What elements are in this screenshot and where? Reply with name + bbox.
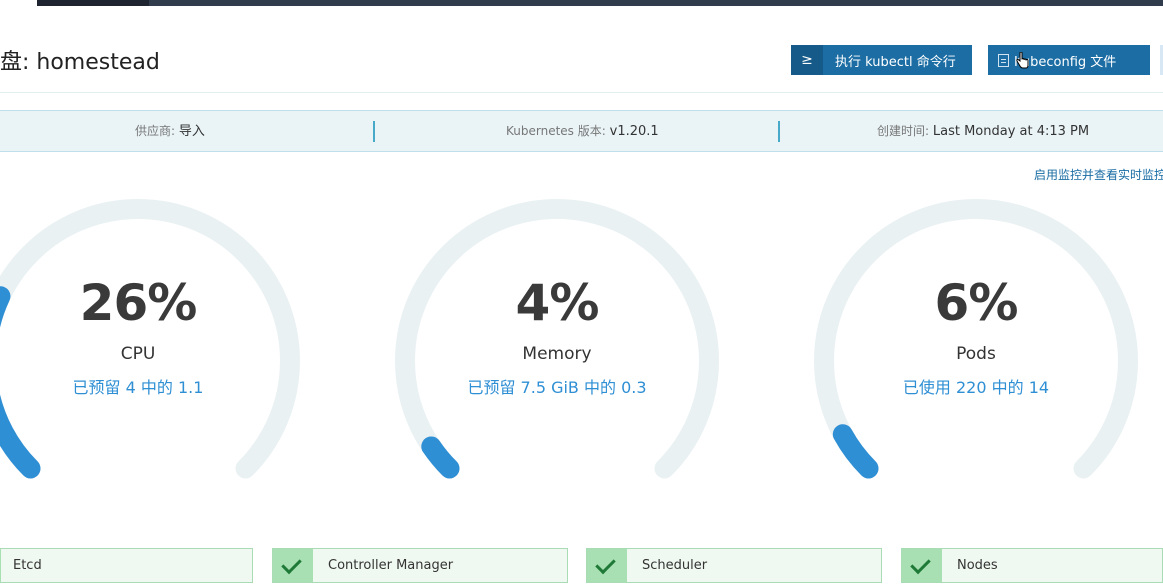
- check-icon: [902, 549, 942, 582]
- top-nav-bar: [37, 0, 1163, 6]
- component-status-controller-manager: Controller Manager: [272, 548, 568, 583]
- cpu-gauge: 26% CPU 已预留 4 中的 1.1: [0, 196, 303, 486]
- component-name: Etcd: [13, 558, 42, 573]
- cpu-detail: 已预留 4 中的 1.1: [72, 378, 204, 397]
- created-label: 创建时间:: [877, 124, 930, 138]
- component-name: Scheduler: [642, 558, 708, 573]
- memory-label: Memory: [522, 344, 592, 364]
- file-icon: [998, 53, 1009, 67]
- info-separator: [373, 121, 375, 142]
- cpu-percent: 26%: [79, 274, 198, 332]
- kubernetes-version-info: Kubernetes 版本: v1.20.1: [506, 111, 659, 151]
- cpu-label: CPU: [120, 344, 156, 364]
- provider-value: 导入: [178, 124, 205, 139]
- component-status-scheduler: Scheduler: [586, 548, 882, 583]
- pods-label: Pods: [956, 344, 996, 364]
- component-status-nodes: Nodes: [901, 548, 1163, 583]
- memory-detail: 已预留 7.5 GiB 中的 0.3: [467, 378, 647, 397]
- provider-label: 供应商:: [135, 124, 176, 138]
- pods-detail: 已使用 220 中的 14: [902, 378, 1050, 397]
- component-name: Nodes: [957, 558, 998, 573]
- pods-percent: 6%: [934, 274, 1019, 332]
- check-icon: [0, 549, 1, 582]
- kubernetes-version-value: v1.20.1: [609, 124, 659, 139]
- memory-gauge: 4% Memory 已预留 7.5 GiB 中的 0.3: [392, 196, 722, 486]
- page-title: 盘: homestead: [0, 50, 160, 75]
- check-icon: [587, 549, 627, 582]
- created-value: Last Monday at 4:13 PM: [932, 124, 1090, 139]
- component-name: Controller Manager: [328, 558, 454, 573]
- header-divider: [0, 92, 1163, 93]
- cluster-info-bar: 供应商: 导入 Kubernetes 版本: v1.20.1 创建时间: Las…: [0, 110, 1163, 152]
- kubeconfig-file-label: Kubeconfig 文件: [1014, 54, 1117, 70]
- kubectl-shell-label: 执行 kubectl 命令行: [835, 54, 956, 70]
- kubectl-shell-button[interactable]: ≥ 执行 kubectl 命令行: [791, 45, 972, 75]
- top-nav-active-tab[interactable]: [37, 0, 149, 6]
- provider-info: 供应商: 导入: [135, 111, 205, 151]
- kubeconfig-file-button[interactable]: Kubeconfig 文件: [988, 45, 1150, 75]
- memory-gauge-arc: [395, 199, 719, 479]
- info-separator: [778, 121, 780, 142]
- hand-cursor-icon: [1016, 52, 1029, 69]
- kubernetes-version-label: Kubernetes 版本:: [506, 124, 606, 138]
- created-info: 创建时间: Last Monday at 4:13 PM: [877, 111, 1089, 151]
- memory-percent: 4%: [515, 274, 600, 332]
- cpu-gauge-arc: [0, 199, 300, 479]
- pods-gauge: 6% Pods 已使用 220 中的 14: [811, 196, 1141, 486]
- terminal-icon: ≥: [791, 45, 823, 75]
- check-icon: [273, 549, 313, 582]
- pods-gauge-arc: [814, 199, 1138, 479]
- enable-monitoring-link[interactable]: 启用监控并查看实时监控: [1034, 166, 1163, 183]
- component-status-etcd: Etcd: [0, 548, 253, 583]
